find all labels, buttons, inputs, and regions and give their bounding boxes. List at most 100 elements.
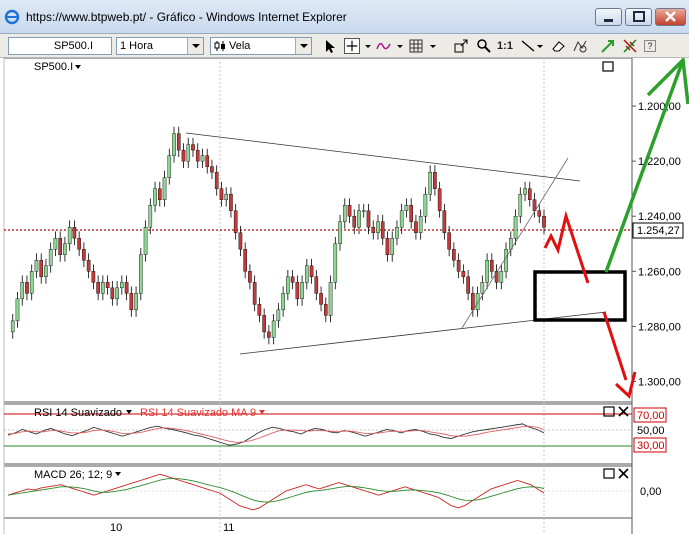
candle [233,210,238,233]
candle [29,271,34,294]
candle [300,282,304,300]
candle [162,177,167,200]
candle [271,320,276,338]
title-bar: https://www.btpweb.pt/ - Gráfico - Windo… [0,0,689,34]
candle [53,238,58,250]
candle [305,265,309,283]
symbol-field[interactable]: SP500.I [8,37,112,55]
candle [139,254,143,294]
candle [153,188,157,206]
price-tick-label: 1.260,00 [638,266,681,278]
candle [399,210,404,228]
chart-type-select[interactable]: Vela [210,37,312,55]
rsi-level-50: 50,00 [637,425,665,437]
candle [44,265,48,278]
candle [200,155,205,162]
candle [105,282,110,289]
candle [418,216,423,233]
chevron-down-icon[interactable] [536,38,544,54]
candle [15,298,20,322]
current-price-value: 1.254,27 [637,225,680,237]
candle [82,249,86,261]
candle [480,282,485,294]
candle [262,315,266,333]
time-tick-label: 11 [223,522,234,534]
candle [286,276,290,294]
candle [120,282,124,289]
chevron-down-icon[interactable] [429,38,437,54]
candle [58,238,62,255]
symbol-value: SP500.I [53,40,93,52]
candle [67,227,72,244]
candle [238,232,243,250]
candle [385,238,390,255]
price-tick-label: 1.240,00 [638,211,681,223]
candle [371,227,376,233]
candle [34,260,39,272]
minimize-icon [604,19,613,22]
trend-arrow-icon[interactable] [600,38,616,54]
minimize-button[interactable] [595,8,622,26]
candle [210,166,214,173]
crosshair-icon[interactable] [344,38,360,54]
candle [252,282,257,305]
fibonacci-icon[interactable] [622,38,638,54]
candle [542,216,546,228]
candle [513,216,518,239]
candle [77,238,81,250]
chart-grid-icon[interactable] [408,38,424,54]
candle [461,271,466,278]
magnifier-icon[interactable] [476,38,492,54]
candle [324,304,328,316]
candle [96,282,100,294]
candle [338,221,342,244]
candle [205,155,210,167]
candle [414,221,418,233]
maximize-button[interactable] [625,8,652,26]
timeframe-value: 1 Hora [120,40,154,52]
close-button[interactable] [655,8,686,26]
candle [148,205,153,228]
cursor-icon[interactable] [322,38,338,54]
chevron-down-icon[interactable] [364,38,372,54]
candle [295,282,300,300]
candle [380,221,385,239]
chart-area[interactable]: SP500.I 1.300,00 1.280,00 1.260,00 1.240,00… [0,58,689,534]
candle [452,249,456,261]
candle [537,210,542,217]
help-icon[interactable]: ? [644,40,656,52]
candle [361,210,366,212]
candle [490,260,494,272]
candle [63,243,67,255]
zoom-rect-icon[interactable] [453,38,469,54]
candle [229,193,233,211]
rsi-level-70: 70,00 [637,410,665,422]
price-tick-label: 1.280,00 [638,321,681,333]
candle [290,276,295,283]
candle [352,216,357,228]
candle [195,149,200,162]
candle [376,221,380,233]
window-title: https://www.btpweb.pt/ - Gráfico - Windo… [26,10,347,24]
ratio-button[interactable]: 1:1 [497,38,513,54]
chart-type-value: Vela [229,40,251,52]
indicator-icon[interactable] [376,38,392,54]
eraser-icon[interactable] [550,38,566,54]
rsi-label: RSI 14 Suavizado [34,407,122,419]
ie-logo-icon [4,9,20,25]
candle [48,249,53,267]
candle [319,293,323,305]
candle [428,171,432,195]
candle [347,205,352,217]
line-tool-icon[interactable] [520,38,536,54]
candle [91,271,96,283]
candle [110,287,115,300]
candle [437,188,442,211]
candle [447,232,451,250]
candle [466,276,470,294]
candle [532,199,537,211]
timeframe-select[interactable]: 1 Hora [116,37,204,55]
macd-label: MACD 26; 12; 9 [34,469,112,481]
chevron-down-icon[interactable] [396,38,404,54]
draw-settings-icon[interactable] [572,38,588,54]
